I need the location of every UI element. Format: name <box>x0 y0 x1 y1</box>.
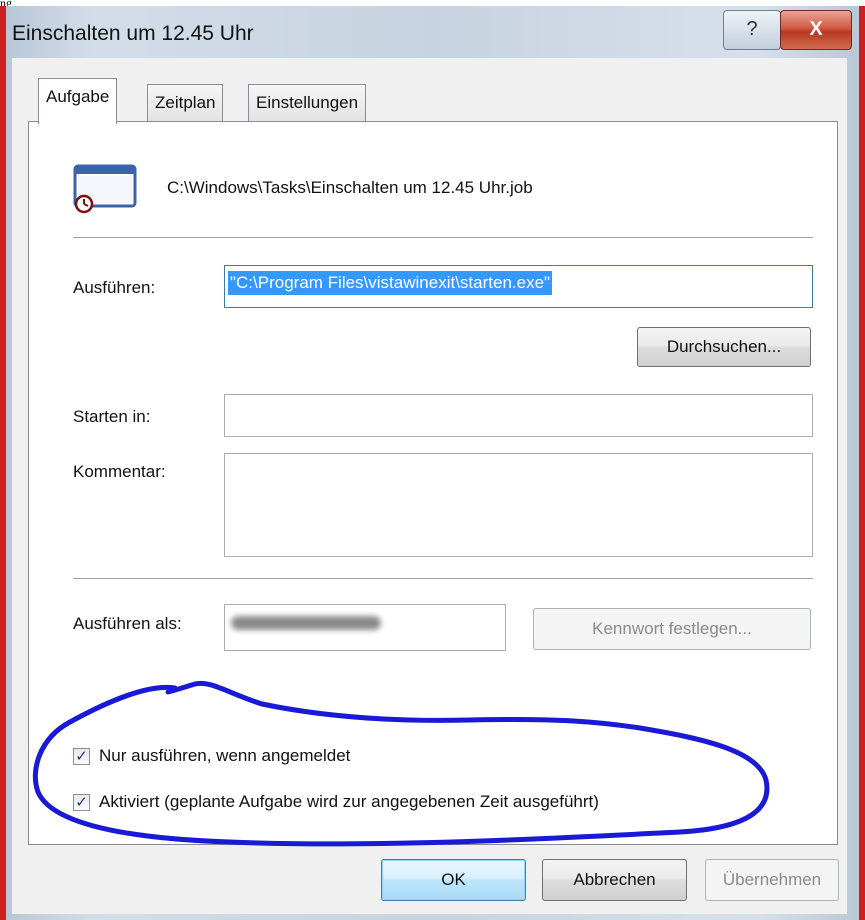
set-password-label: Kennwort festlegen... <box>592 619 752 638</box>
cancel-label: Abbrechen <box>573 870 656 889</box>
checkmark-icon: ✓ <box>75 794 88 811</box>
run-as-label: Ausführen als: <box>73 614 182 633</box>
ok-label: OK <box>441 870 466 889</box>
tab-zeitplan[interactable]: Zeitplan <box>147 84 224 121</box>
dialog-window: Einschalten um 12.45 Uhr ? X Zeitplan Ei… <box>6 6 859 920</box>
help-button[interactable]: ? <box>723 10 781 50</box>
start-in-input[interactable] <box>224 394 813 437</box>
dialog-body: Zeitplan Einstellungen Aufgabe C:\Window… <box>12 58 847 914</box>
checkbox-run-only-logged-on-label: Nur ausführen, wenn angemeldet <box>99 746 351 765</box>
run-command-input[interactable]: "C:\Program Files\vistawinexit\starten.e… <box>224 265 813 308</box>
tab-panel-aufgabe: C:\Windows\Tasks\Einschalten um 12.45 Uh… <box>28 121 838 845</box>
close-button[interactable]: X <box>780 10 852 50</box>
scheduled-task-icon <box>73 164 137 214</box>
browse-label: Durchsuchen... <box>666 337 782 356</box>
tab-einstellungen[interactable]: Einstellungen <box>248 84 367 121</box>
run-label: Ausführen: <box>73 278 156 297</box>
cancel-button[interactable]: Abbrechen <box>542 859 687 901</box>
close-icon: X <box>809 18 823 40</box>
window-title: Einschalten um 12.45 Uhr <box>12 22 254 45</box>
comment-textarea[interactable] <box>224 453 813 557</box>
checkbox-enabled-label: Aktiviert (geplante Aufgabe wird zur ang… <box>99 792 599 811</box>
checkbox-enabled[interactable]: ✓ <box>73 794 90 811</box>
run-command-value: "C:\Program Files\vistawinexit\starten.e… <box>228 271 553 295</box>
checkmark-icon: ✓ <box>75 748 88 765</box>
tab-label: Einstellungen <box>256 93 359 112</box>
start-in-label: Starten in: <box>73 407 151 426</box>
comment-label: Kommentar: <box>73 462 166 481</box>
redacted-username <box>231 616 381 630</box>
separator <box>73 578 813 580</box>
ok-button[interactable]: OK <box>381 859 526 901</box>
run-as-input[interactable] <box>224 604 506 651</box>
apply-label: Übernehmen <box>722 870 822 889</box>
title-bar: Einschalten um 12.45 Uhr ? X <box>6 6 859 58</box>
tab-label: Zeitplan <box>155 93 216 112</box>
browse-button[interactable]: Durchsuchen... <box>637 327 811 367</box>
apply-button[interactable]: Übernehmen <box>705 859 839 901</box>
help-icon: ? <box>746 18 758 40</box>
set-password-button[interactable]: Kennwort festlegen... <box>533 608 811 650</box>
job-file-path: C:\Windows\Tasks\Einschalten um 12.45 Uh… <box>167 178 533 197</box>
checkbox-run-only-logged-on[interactable]: ✓ <box>73 748 90 765</box>
tab-aufgabe[interactable]: Aufgabe <box>38 78 118 124</box>
tab-label: Aufgabe <box>46 87 110 106</box>
separator <box>73 237 813 239</box>
